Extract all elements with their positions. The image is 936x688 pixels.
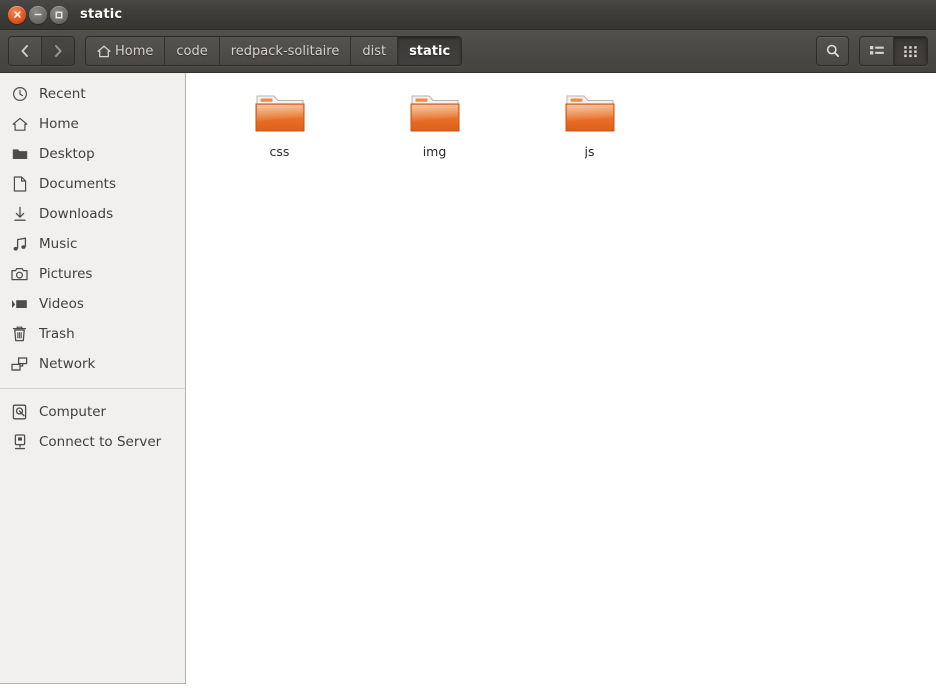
file-name-label: js: [584, 144, 595, 159]
sidebar-item-label: Desktop: [39, 146, 95, 162]
list-view-icon: [869, 45, 884, 54]
sidebar-item-connect-to-server[interactable]: Connect to Server: [0, 427, 185, 457]
title-bar: static: [0, 0, 936, 30]
breadcrumb-label: static: [409, 43, 451, 59]
breadcrumb-label: Home: [115, 43, 154, 59]
download-icon: [11, 206, 28, 223]
grid-view-icon: [904, 45, 917, 57]
document-icon: [11, 176, 28, 193]
sidebar-item-videos[interactable]: Videos: [0, 289, 185, 319]
folder-icon: [408, 91, 462, 137]
forward-button[interactable]: [41, 37, 74, 65]
sidebar-item-label: Home: [39, 116, 79, 132]
grid-view-button[interactable]: [893, 37, 927, 65]
icon-grid: css img js: [202, 89, 936, 159]
maximize-button[interactable]: [50, 5, 68, 24]
breadcrumb-item-static[interactable]: static: [397, 37, 462, 65]
sidebar-item-label: Videos: [39, 296, 84, 312]
file-item[interactable]: css: [202, 89, 357, 159]
window-title: static: [80, 7, 123, 22]
sidebar-item-trash[interactable]: Trash: [0, 319, 185, 349]
window-controls: [8, 5, 68, 24]
server-icon: [11, 434, 28, 451]
file-name-label: img: [422, 144, 447, 159]
minimize-button[interactable]: [29, 5, 47, 24]
file-list-area[interactable]: css img js: [186, 73, 936, 688]
computer-icon: [11, 404, 28, 421]
file-name-label: css: [269, 144, 290, 159]
file-item[interactable]: img: [357, 89, 512, 159]
trash-icon: [11, 326, 28, 343]
sidebar-item-label: Connect to Server: [39, 434, 162, 450]
sidebar-item-label: Pictures: [39, 266, 93, 282]
breadcrumb-item-code[interactable]: code: [164, 37, 219, 65]
chevron-left-icon: [21, 45, 28, 57]
sidebar: Recent Home Desktop Documents Downloads …: [0, 73, 186, 684]
breadcrumb-item-dist[interactable]: dist: [350, 37, 398, 65]
sidebar-item-label: Music: [39, 236, 78, 252]
navigation-buttons: [8, 36, 75, 66]
file-manager-window: static Home code redpack-solitaire dist …: [0, 0, 936, 688]
sidebar-item-pictures[interactable]: Pictures: [0, 259, 185, 289]
breadcrumb-label: redpack-solitaire: [230, 43, 340, 59]
breadcrumb-label: dist: [362, 43, 387, 59]
breadcrumb: Home code redpack-solitaire dist static: [85, 36, 463, 66]
view-toggle-group: [859, 36, 928, 66]
home-icon: [97, 45, 111, 57]
sidebar-item-desktop[interactable]: Desktop: [0, 139, 185, 169]
minimize-icon: [34, 13, 42, 16]
camera-icon: [11, 266, 28, 283]
clock-icon: [11, 86, 28, 103]
sidebar-item-music[interactable]: Music: [0, 229, 185, 259]
toolbar: Home code redpack-solitaire dist static: [0, 30, 936, 73]
home-icon: [11, 116, 28, 133]
folder-icon: [11, 146, 28, 163]
breadcrumb-label: code: [176, 43, 208, 59]
music-note-icon: [11, 236, 28, 253]
sidebar-item-downloads[interactable]: Downloads: [0, 199, 185, 229]
sidebar-item-label: Recent: [39, 86, 86, 102]
list-view-button[interactable]: [860, 37, 893, 65]
sidebar-item-recent[interactable]: Recent: [0, 79, 185, 109]
close-icon: [13, 11, 21, 18]
sidebar-item-label: Network: [39, 356, 96, 372]
sidebar-item-home[interactable]: Home: [0, 109, 185, 139]
maximize-icon: [55, 11, 63, 18]
sidebar-item-label: Trash: [39, 326, 75, 342]
search-icon: [826, 44, 839, 57]
sidebar-item-computer[interactable]: Computer: [0, 397, 185, 427]
close-button[interactable]: [8, 5, 26, 24]
window-body: Recent Home Desktop Documents Downloads …: [0, 73, 936, 688]
breadcrumb-item-home[interactable]: Home: [86, 37, 165, 65]
folder-icon: [253, 91, 307, 137]
folder-icon: [563, 91, 617, 137]
sidebar-divider: [0, 388, 185, 389]
search-button[interactable]: [816, 36, 849, 66]
network-icon: [11, 356, 28, 373]
file-item[interactable]: js: [512, 89, 667, 159]
sidebar-item-label: Downloads: [39, 206, 114, 222]
sidebar-item-label: Documents: [39, 176, 116, 192]
chevron-right-icon: [55, 45, 62, 57]
video-icon: [11, 296, 28, 313]
breadcrumb-item-redpack-solitaire[interactable]: redpack-solitaire: [218, 37, 351, 65]
sidebar-item-label: Computer: [39, 404, 107, 420]
sidebar-item-network[interactable]: Network: [0, 349, 185, 379]
sidebar-item-documents[interactable]: Documents: [0, 169, 185, 199]
back-button[interactable]: [9, 37, 41, 65]
